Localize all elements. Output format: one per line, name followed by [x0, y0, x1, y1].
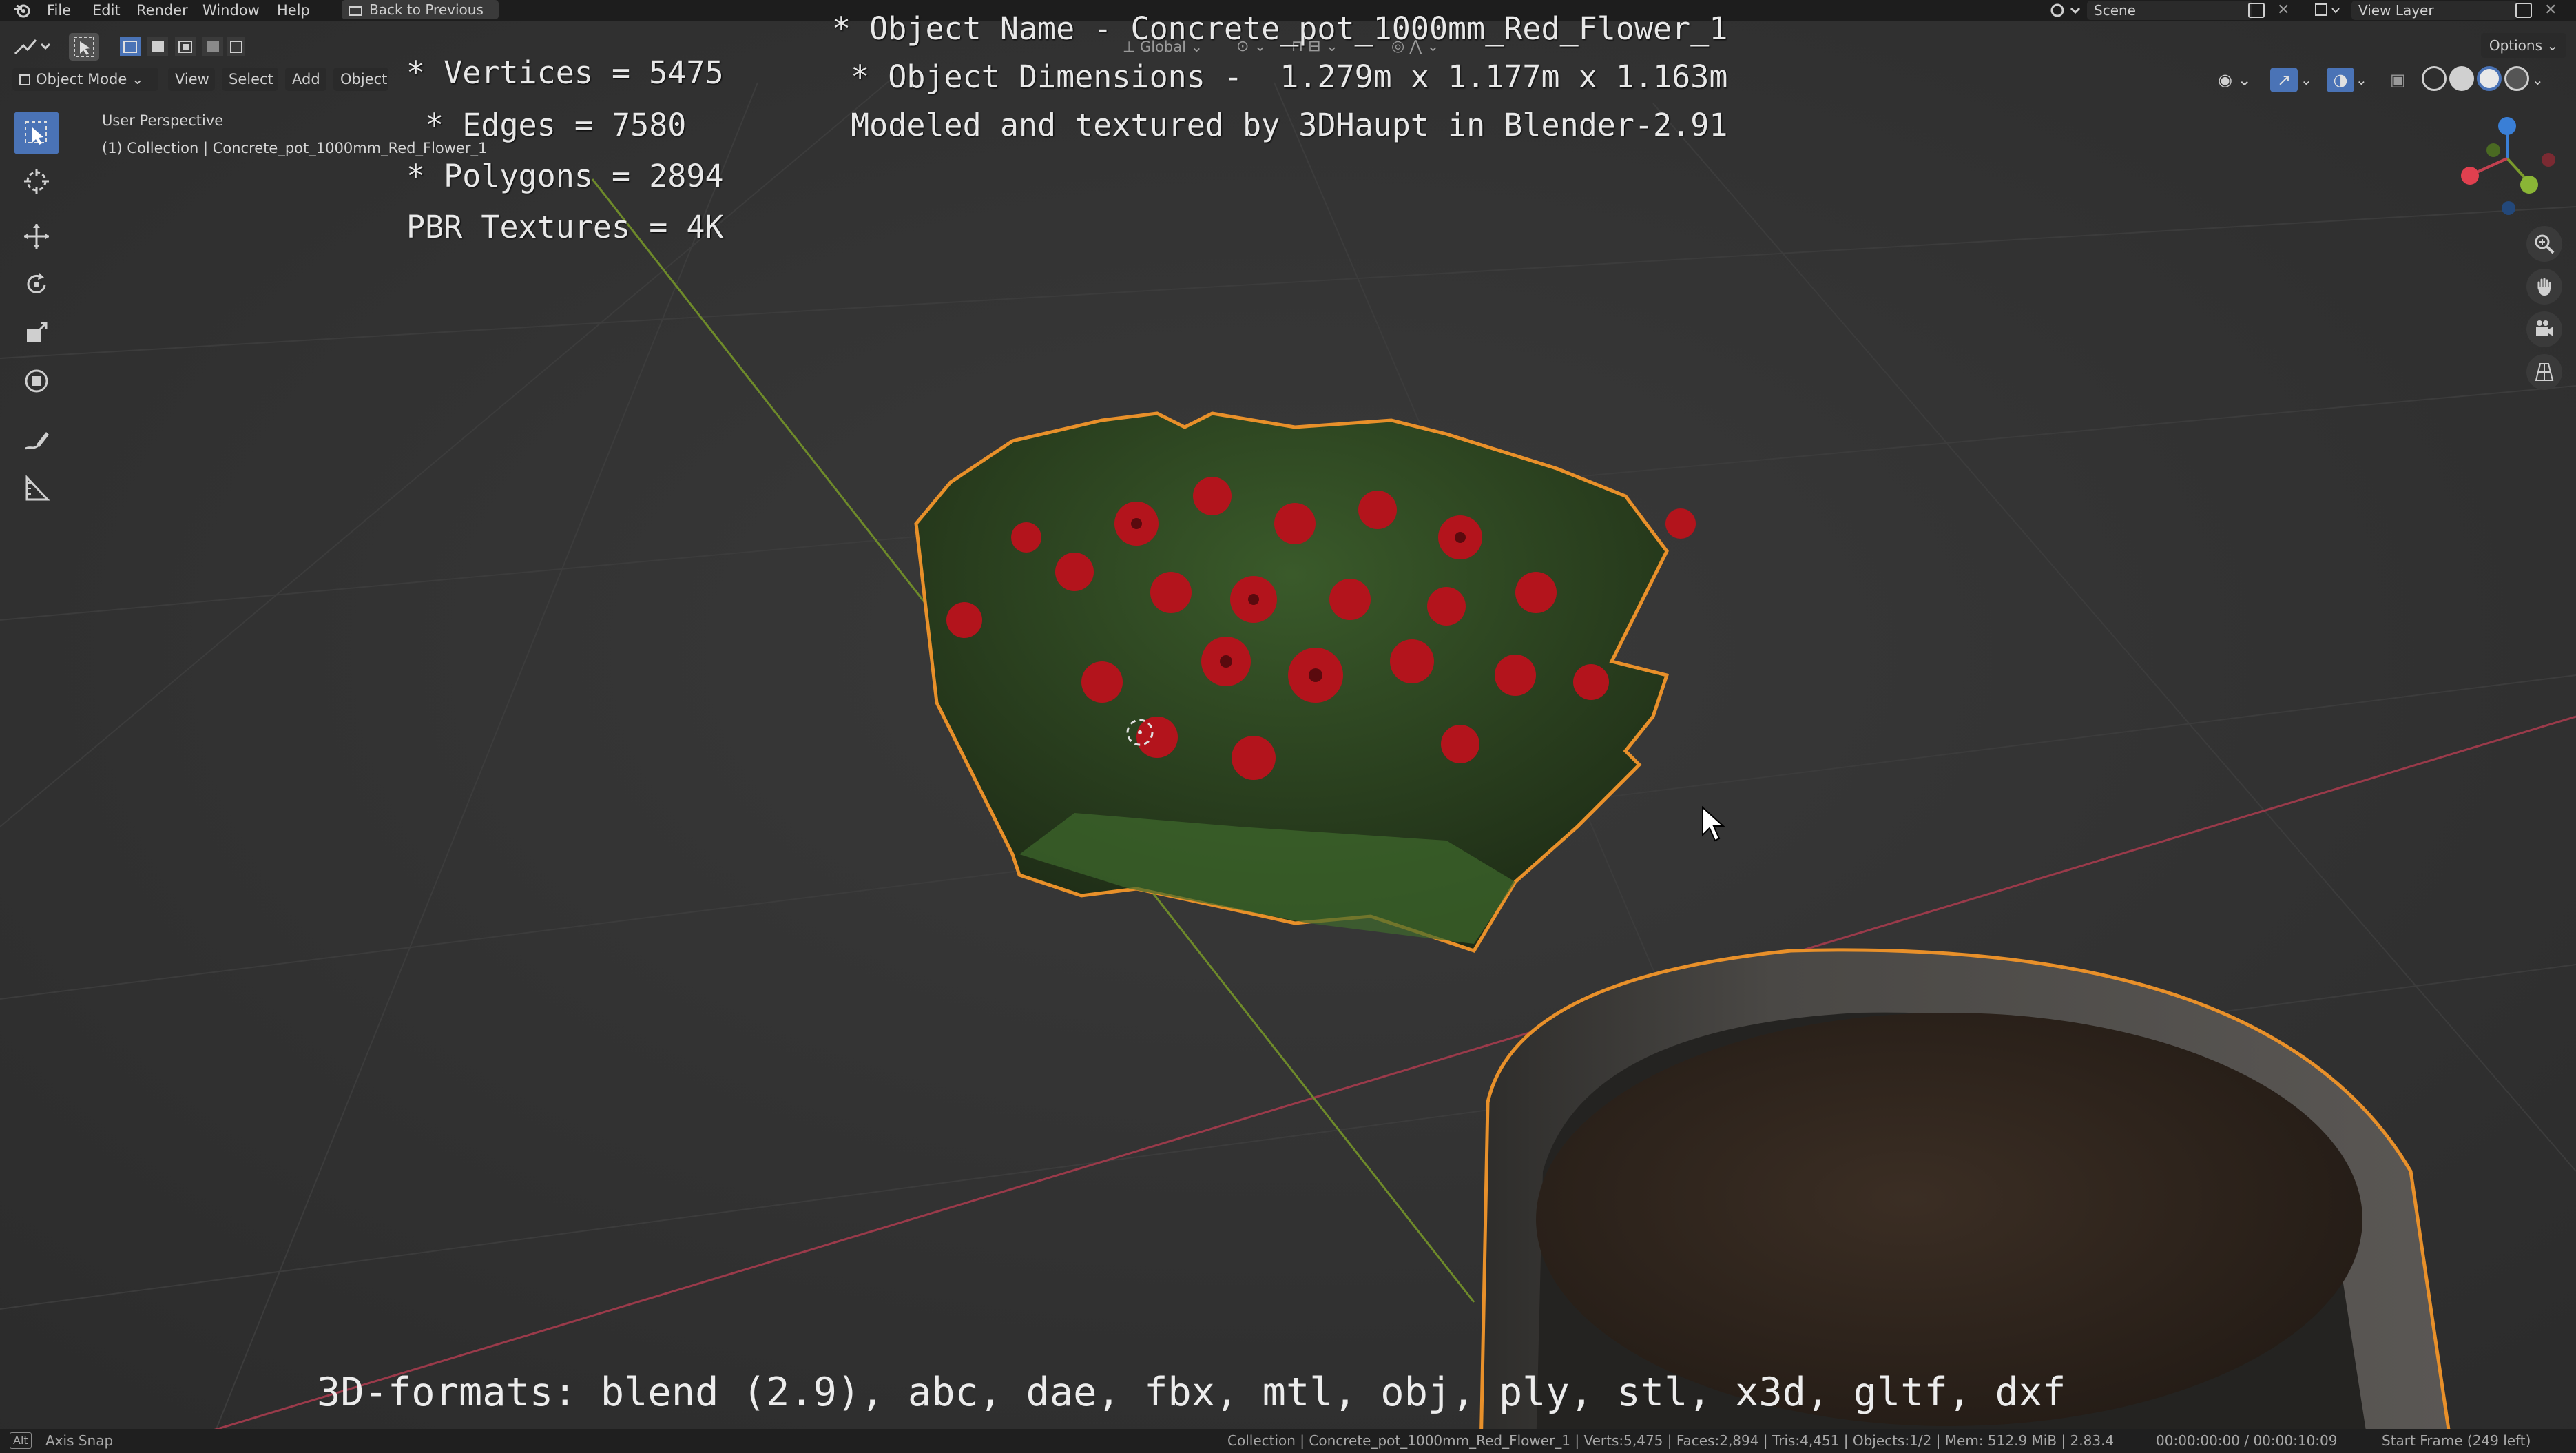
annotate-tool[interactable] [14, 419, 59, 462]
menu-add-label: Add [292, 71, 320, 87]
chevron-down-icon[interactable]: ⌄ [2300, 68, 2317, 92]
edges-info: * Edges = 7580 [406, 107, 687, 143]
view-layer-field[interactable]: View Layer [2351, 1, 2517, 20]
editor-type-icon[interactable] [12, 33, 54, 59]
start-frame: Start Frame (249 left) [2382, 1432, 2531, 1449]
overlays-toggle-icon[interactable]: ◑ [2327, 68, 2354, 92]
menu-help[interactable]: Help [277, 1, 310, 20]
cursor-tool[interactable] [14, 160, 59, 203]
scene-name-field[interactable]: Scene [2087, 1, 2252, 20]
solid-shading-icon[interactable] [2449, 66, 2474, 91]
blender-window: File Edit Render Window Help Back to Pre… [0, 0, 2576, 1453]
3d-viewport[interactable] [0, 0, 2576, 1453]
object-mode-dropdown[interactable]: Object Mode ⌄ [12, 68, 158, 91]
menu-view-label: View [175, 71, 209, 87]
status-hint: Axis Snap [45, 1432, 114, 1449]
menu-select-label: Select [229, 71, 273, 87]
soil-surface [1536, 1013, 2362, 1426]
formats-caption: 3D-formats: blend (2.9), abc, dae, fbx, … [317, 1370, 2066, 1415]
select-tool-mode-icon[interactable] [69, 33, 99, 61]
chevron-down-icon: ⌄ [127, 71, 144, 87]
textures-info: PBR Textures = 4K [406, 209, 724, 245]
rendered-shading-icon[interactable] [2504, 66, 2529, 91]
delete-scene-icon[interactable]: ✕ [2277, 1, 2289, 19]
vertices-info: * Vertices = 5475 [406, 54, 724, 91]
menu-object-label: Object [340, 71, 388, 87]
chevron-down-icon: ⌄ [2542, 37, 2559, 54]
timeline-time: 00:00:00:00 / 00:00:10:09 [2156, 1432, 2338, 1449]
scene-selector-icon[interactable] [2049, 1, 2084, 19]
chevron-down-icon[interactable]: ⌄ [2532, 68, 2548, 92]
move-tool[interactable] [14, 215, 59, 258]
perspective-toggle-icon[interactable] [2526, 354, 2562, 390]
menu-add[interactable]: Add [285, 68, 326, 91]
scene-statistics: Collection | Concrete_pot_1000mm_Red_Flo… [1227, 1432, 2115, 1449]
transform-tool[interactable] [14, 360, 59, 402]
new-scene-icon[interactable] [2248, 3, 2265, 18]
options-dropdown[interactable]: Options ⌄ [2481, 33, 2566, 58]
wireframe-shading-icon[interactable] [2422, 66, 2447, 91]
options-label: Options [2489, 37, 2543, 54]
back-to-previous-button[interactable]: Back to Previous [342, 0, 499, 19]
menu-object[interactable]: Object [333, 68, 388, 91]
alt-key-badge: Alt [10, 1432, 32, 1449]
screen-icon [349, 6, 362, 16]
object-name-info: * Object Name - Concrete_pot_1000mm_Red_… [832, 10, 1728, 47]
status-bar: Alt Axis Snap Collection | Concrete_pot_… [0, 1429, 2576, 1453]
scale-tool[interactable] [14, 311, 59, 354]
object-mode-label: Object Mode [36, 71, 127, 87]
pan-hand-icon[interactable] [2526, 269, 2562, 305]
menu-file[interactable]: File [47, 1, 71, 20]
polygons-info: * Polygons = 2894 [406, 158, 724, 194]
measure-tool[interactable] [14, 467, 59, 510]
perspective-label: User Perspective [102, 112, 224, 129]
view-layer-label: View Layer [2358, 2, 2434, 19]
menu-window[interactable]: Window [202, 1, 260, 20]
menu-select[interactable]: Select [222, 68, 278, 91]
gizmo-toggle-icon[interactable]: ↗ [2270, 68, 2298, 92]
rotate-tool[interactable] [14, 263, 59, 306]
back-to-previous-label: Back to Previous [369, 1, 484, 18]
material-preview-shading-icon[interactable] [2477, 66, 2502, 91]
visibility-icon[interactable]: ◉ ⌄ [2218, 68, 2259, 92]
view-layer-icon[interactable] [2314, 3, 2342, 18]
zoom-icon[interactable] [2526, 226, 2562, 262]
blender-logo-icon[interactable] [12, 2, 32, 19]
select-box-tool[interactable] [14, 112, 59, 154]
new-view-layer-icon[interactable] [2515, 3, 2532, 18]
gizmo-z-axis[interactable] [2498, 117, 2516, 135]
menu-render[interactable]: Render [136, 1, 188, 20]
camera-view-icon[interactable] [2526, 311, 2562, 347]
chevron-down-icon[interactable]: ⌄ [2356, 68, 2372, 92]
xray-toggle-icon[interactable]: ▣ [2390, 68, 2411, 92]
author-info: Modeled and textured by 3DHaupt in Blend… [832, 107, 1728, 143]
gizmo-x-axis[interactable] [2461, 167, 2479, 185]
menu-edit[interactable]: Edit [92, 1, 121, 20]
gizmo-y-axis[interactable] [2520, 176, 2538, 194]
menu-view[interactable]: View [168, 68, 215, 91]
selection-mode-buttons[interactable] [118, 34, 247, 59]
object-mode-icon [19, 74, 30, 85]
scene-name-label: Scene [2094, 2, 2136, 19]
delete-view-layer-icon[interactable]: ✕ [2544, 1, 2557, 19]
object-dimensions-info: * Object Dimensions - 1.279m x 1.177m x … [832, 59, 1728, 95]
